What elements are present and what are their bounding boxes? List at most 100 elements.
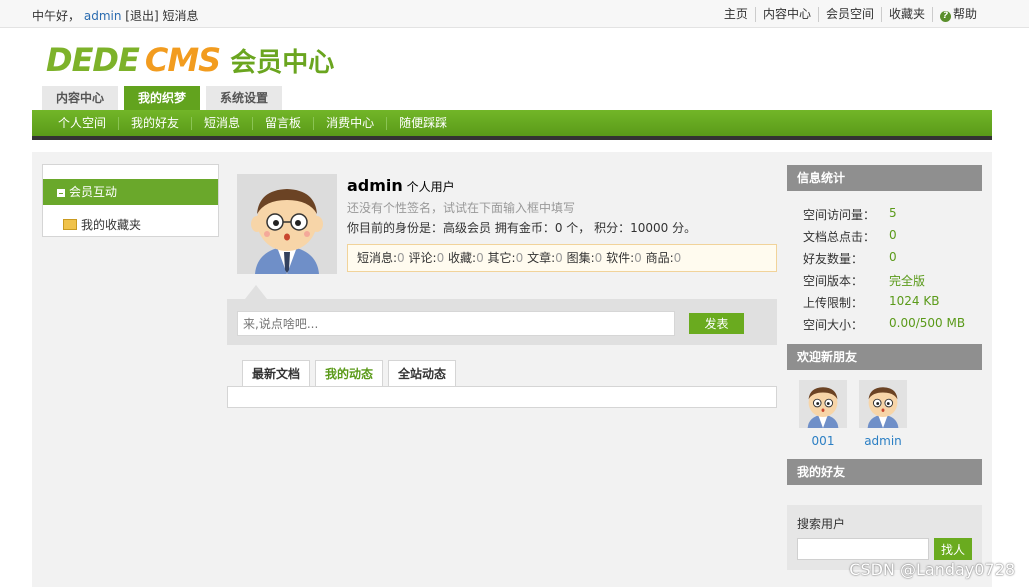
- messages-link[interactable]: 短消息: [162, 9, 198, 23]
- logout-link[interactable]: [退出]: [125, 9, 158, 23]
- new-friends-header: 欢迎新朋友: [787, 344, 982, 370]
- stat-label: 其它:: [487, 251, 516, 265]
- avatar-illustration: [859, 380, 907, 428]
- logo-subtitle: 会员中心: [230, 47, 335, 78]
- info-stats-header: 信息统计: [787, 165, 982, 191]
- stat-value[interactable]: 0: [555, 251, 563, 265]
- top-nav-home[interactable]: 主页: [717, 7, 755, 22]
- stat-value[interactable]: 0: [674, 251, 682, 265]
- help-label: 帮助: [952, 7, 977, 21]
- status-input[interactable]: [237, 311, 675, 336]
- info-label: 上传限制：: [803, 296, 864, 310]
- nav-guestbook[interactable]: 留言板: [252, 116, 313, 130]
- top-nav-space[interactable]: 会员空间: [817, 7, 881, 22]
- friend-name[interactable]: admin: [859, 434, 907, 448]
- stat-label: 评论:: [408, 251, 437, 265]
- nav-browse[interactable]: 随便踩踩: [386, 116, 459, 130]
- info-label: 空间大小：: [803, 318, 864, 332]
- sidebar-header-label: 会员互动: [69, 185, 118, 199]
- info-row-clicks: 文档总点击： 0: [803, 228, 897, 245]
- stat-label: 文章:: [527, 251, 556, 265]
- post-pointer: [245, 285, 267, 299]
- help-icon: ?: [939, 11, 951, 22]
- sub-nav: 个人空间 我的好友 短消息 留言板 消费中心 随便踩踩: [32, 110, 992, 140]
- tab-settings[interactable]: 系统设置: [206, 86, 283, 110]
- info-row-visits: 空间访问量： 5: [803, 206, 897, 223]
- profile-username: admin: [347, 176, 403, 195]
- profile-stats: 短消息:0 评论:0 收藏:0 其它:0 文章:0 图集:0 软件:0 商品:0: [347, 244, 777, 272]
- main-tabs: 内容中心 我的织梦 系统设置: [42, 86, 288, 110]
- stat-label: 收藏:: [448, 251, 477, 265]
- friend-card[interactable]: 001: [799, 380, 847, 448]
- profile-avatar[interactable]: [237, 174, 337, 274]
- search-label: 搜索用户: [797, 517, 846, 531]
- profile-user-type: 个人用户: [406, 180, 455, 194]
- tab-latest-docs[interactable]: 最新文档: [242, 360, 311, 387]
- friend-name[interactable]: 001: [799, 434, 847, 448]
- collapse-icon: [57, 189, 65, 197]
- info-label: 文档总点击：: [803, 230, 876, 244]
- top-nav-content[interactable]: 内容中心: [754, 7, 818, 22]
- profile-title: admin 个人用户: [347, 176, 455, 195]
- top-nav-help[interactable]: ? 帮助: [931, 7, 984, 22]
- nav-messages[interactable]: 短消息: [191, 116, 252, 130]
- info-label: 空间访问量：: [803, 208, 876, 222]
- stat-value[interactable]: 0: [437, 251, 445, 265]
- nav-personal-space[interactable]: 个人空间: [50, 116, 118, 130]
- top-nav: 主页 内容中心 会员空间 收藏夹 ? 帮助: [717, 7, 984, 22]
- friend-avatar[interactable]: [859, 380, 907, 428]
- tab-content-center[interactable]: 内容中心: [42, 86, 119, 110]
- logo-part2: CMS: [144, 41, 221, 79]
- sidebar: 会员互动 我的收藏夹: [42, 164, 219, 237]
- activity-tabs: 最新文档 我的动态 全站动态: [242, 360, 461, 387]
- watermark: CSDN @Landay0728: [849, 560, 1015, 579]
- tab-my-activity[interactable]: 我的动态: [315, 360, 384, 387]
- stat-label: 图集:: [566, 251, 595, 265]
- friend-card[interactable]: admin: [859, 380, 907, 448]
- avatar-illustration: [799, 380, 847, 428]
- sidebar-item-favorites[interactable]: 我的收藏夹: [63, 217, 141, 233]
- stat-label: 短消息:: [357, 251, 398, 265]
- username-link[interactable]: admin: [84, 9, 122, 23]
- logo-part1: DEDE: [46, 41, 140, 79]
- avatar-illustration: [237, 174, 337, 274]
- profile-signature: 还没有个性签名，试试在下面输入框中填写: [347, 201, 576, 215]
- activity-panel: [227, 386, 777, 408]
- publish-button[interactable]: 发表: [689, 313, 744, 334]
- folder-icon: [63, 219, 77, 230]
- info-value: 0.00/500 MB: [889, 316, 966, 330]
- profile-identity: 你目前的身份是：高级会员 拥有金币：0 个， 积分：10000 分。: [347, 221, 697, 235]
- info-row-upload-limit: 上传限制： 1024 KB: [803, 294, 939, 311]
- post-area: 发表: [227, 299, 777, 345]
- site-logo[interactable]: DEDE CMS 会员中心: [46, 40, 334, 80]
- info-row-space-size: 空间大小： 0.00/500 MB: [803, 316, 965, 333]
- info-row-version: 空间版本： 完全版: [803, 272, 925, 289]
- stat-value[interactable]: 0: [634, 251, 642, 265]
- stat-value[interactable]: 0: [516, 251, 524, 265]
- info-value: 5: [889, 206, 897, 220]
- tab-my-dream[interactable]: 我的织梦: [124, 86, 201, 110]
- friend-avatar[interactable]: [799, 380, 847, 428]
- info-value: 0: [889, 228, 897, 242]
- nav-consumption[interactable]: 消费中心: [313, 116, 386, 130]
- info-value: 0: [889, 250, 897, 264]
- info-label: 好友数量：: [803, 252, 864, 266]
- info-label: 空间版本：: [803, 274, 864, 288]
- tab-site-activity[interactable]: 全站动态: [388, 360, 457, 387]
- my-friends-header: 我的好友: [787, 459, 982, 485]
- top-nav-favorites[interactable]: 收藏夹: [880, 7, 932, 22]
- stat-value[interactable]: 0: [476, 251, 484, 265]
- stat-value[interactable]: 0: [397, 251, 405, 265]
- user-greeting: 中午好， admin [退出] 短消息: [32, 7, 199, 24]
- stat-value[interactable]: 0: [595, 251, 603, 265]
- info-value: 1024 KB: [889, 294, 940, 308]
- sidebar-item-label: 我的收藏夹: [81, 218, 142, 232]
- stat-label: 商品:: [645, 251, 674, 265]
- greeting-text: 中午好，: [32, 9, 81, 23]
- sidebar-header-member-interaction[interactable]: 会员互动: [43, 179, 218, 205]
- info-value: 完全版: [889, 274, 926, 288]
- user-search-input[interactable]: [797, 538, 929, 560]
- find-user-button[interactable]: 找人: [934, 538, 972, 560]
- info-row-friends: 好友数量： 0: [803, 250, 897, 267]
- nav-my-friends[interactable]: 我的好友: [118, 116, 191, 130]
